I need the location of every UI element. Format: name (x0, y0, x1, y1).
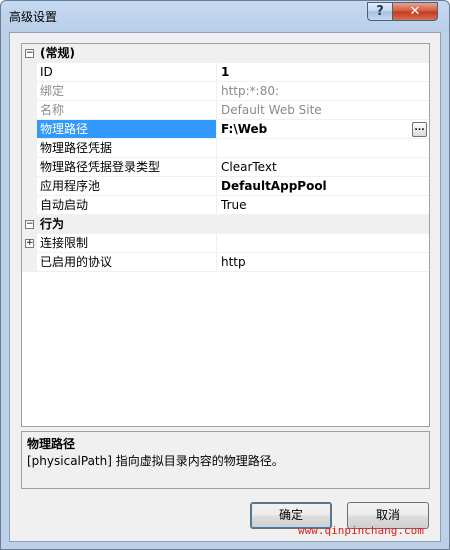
property-value-text: F:\Web (221, 122, 268, 136)
row-gutter: + (22, 234, 37, 253)
property-value[interactable]: http:*:80: (218, 82, 429, 101)
property-row[interactable]: ID 1 (22, 63, 429, 82)
row-gutter (22, 63, 37, 82)
property-row[interactable]: 已启用的协议 http (22, 253, 429, 272)
row-gutter (22, 158, 37, 177)
property-name: ID (37, 63, 217, 82)
property-value[interactable]: 1 (218, 63, 429, 82)
property-row[interactable]: + 连接限制 (22, 234, 429, 253)
row-gutter (22, 120, 37, 139)
property-name: 物理路径 (37, 120, 217, 139)
category-label: (常规) (37, 44, 429, 63)
watermark-text: www.qinpinchang.com (298, 524, 424, 537)
property-value-text: Default Web Site (221, 103, 322, 117)
collapse-icon[interactable]: − (25, 220, 34, 229)
property-value[interactable]: F:\Web... (218, 120, 429, 139)
row-gutter: − (22, 44, 37, 63)
property-value-text: 1 (221, 65, 230, 79)
property-value[interactable]: http (218, 253, 429, 272)
property-row[interactable]: 物理路径凭据登录类型 ClearText (22, 158, 429, 177)
dialog-window: 高级设置 ? ✕ − (常规) ID 1 绑定 http:*:80: 名称 Default W… (0, 0, 450, 550)
row-gutter (22, 82, 37, 101)
property-value[interactable]: DefaultAppPool (218, 177, 429, 196)
row-gutter (22, 196, 37, 215)
help-button[interactable]: ? (367, 2, 393, 21)
property-name: 应用程序池 (37, 177, 217, 196)
close-button[interactable]: ✕ (392, 2, 438, 21)
property-grid: − (常规) ID 1 绑定 http:*:80: 名称 Default Web Site 物理… (21, 43, 430, 427)
property-name: 物理路径凭据登录类型 (37, 158, 217, 177)
property-row[interactable]: 自动启动 True (22, 196, 429, 215)
property-name: 物理路径凭据 (37, 139, 217, 158)
property-value-text: True (221, 198, 247, 212)
dialog-body: − (常规) ID 1 绑定 http:*:80: 名称 Default Web Site 物理… (9, 32, 441, 542)
title-bar[interactable]: 高级设置 ? ✕ (1, 1, 449, 31)
category-row[interactable]: − 行为 (22, 215, 429, 234)
property-row[interactable]: 物理路径凭据 (22, 139, 429, 158)
property-name: 自动启动 (37, 196, 217, 215)
property-row[interactable]: 名称 Default Web Site (22, 101, 429, 120)
description-panel: 物理路径 [physicalPath] 指向虚拟目录内容的物理路径。 (21, 431, 430, 489)
property-row[interactable]: 应用程序池 DefaultAppPool (22, 177, 429, 196)
window-title: 高级设置 (9, 10, 58, 24)
help-icon: ? (376, 4, 384, 19)
category-row[interactable]: − (常规) (22, 44, 429, 63)
row-gutter: − (22, 215, 37, 234)
property-value[interactable]: True (218, 196, 429, 215)
row-gutter (22, 253, 37, 272)
property-name: 已启用的协议 (37, 253, 217, 272)
property-value[interactable]: Default Web Site (218, 101, 429, 120)
row-gutter (22, 101, 37, 120)
property-value[interactable] (218, 139, 429, 158)
property-value[interactable]: ClearText (218, 158, 429, 177)
property-value-text: DefaultAppPool (221, 179, 327, 193)
property-row[interactable]: 绑定 http:*:80: (22, 82, 429, 101)
row-gutter (22, 139, 37, 158)
property-value[interactable] (218, 234, 429, 253)
property-value-text: http (221, 255, 246, 269)
property-row[interactable]: 物理路径 F:\Web... (22, 120, 429, 139)
description-text: [physicalPath] 指向虚拟目录内容的物理路径。 (27, 454, 284, 468)
category-label: 行为 (37, 215, 429, 234)
description-title: 物理路径 (27, 437, 76, 451)
property-name: 名称 (37, 101, 217, 120)
collapse-icon[interactable]: − (25, 49, 34, 58)
row-gutter (22, 177, 37, 196)
property-value-text: http:*:80: (221, 84, 280, 98)
browse-button[interactable]: ... (412, 122, 427, 137)
close-icon: ✕ (409, 4, 421, 19)
property-name: 绑定 (37, 82, 217, 101)
property-value-text: ClearText (221, 160, 277, 174)
property-name: 连接限制 (37, 234, 217, 253)
expand-icon[interactable]: + (25, 239, 34, 248)
